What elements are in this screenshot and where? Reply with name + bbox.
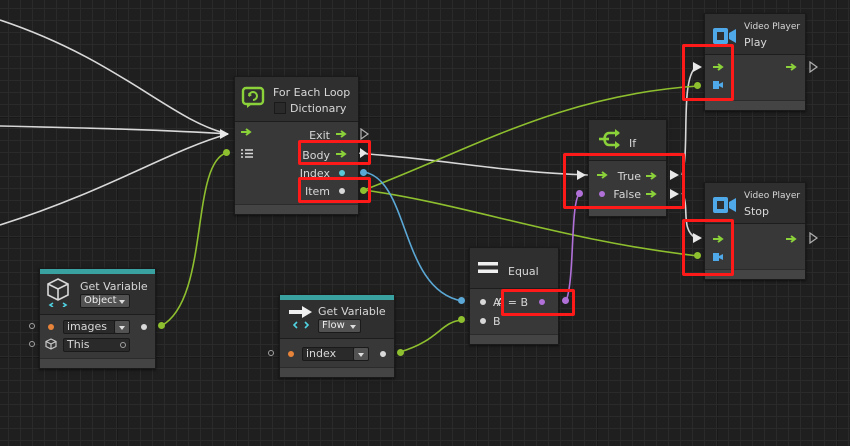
value-output-port[interactable]: [158, 322, 165, 329]
flow-out-arrow-icon: [786, 235, 797, 243]
chevron-down-icon: [358, 353, 364, 357]
node-subtitle: Video Player: [744, 191, 801, 201]
index-to-equal-a-wire: [363, 171, 463, 302]
a-port-dot: [480, 299, 486, 305]
target-value: This: [67, 338, 90, 351]
variable-name-value: index: [306, 347, 337, 360]
node-footer: [280, 367, 394, 377]
flow-wire-in-2: [0, 125, 229, 135]
object-target-icon: [45, 338, 57, 350]
name-port-dot: [288, 351, 294, 357]
node-header: Get Variable Object: [40, 274, 155, 315]
variable-name-value: images: [67, 320, 107, 333]
stop-flow-output-triangle-icon[interactable]: [809, 232, 819, 244]
node-title: Play: [744, 36, 767, 49]
graph-canvas[interactable]: For Each Loop Dictionary Exit Body Index…: [0, 0, 850, 446]
chevron-down-icon: [119, 300, 125, 304]
node-header: Equal: [470, 248, 558, 289]
node-footer: [40, 358, 155, 368]
index-var-to-equal-b-wire: [399, 319, 463, 353]
target-input-port[interactable]: [29, 341, 35, 347]
exit-arrow-icon[interactable]: [336, 130, 348, 138]
a-input-port[interactable]: [458, 297, 465, 304]
highlight-stop-inputs: [682, 219, 734, 276]
body-to-if-wire: [355, 152, 589, 176]
flow-variable-arrow-icon: [289, 306, 312, 329]
b-port-label: B: [493, 315, 501, 328]
loop-icon: [241, 86, 265, 108]
cube-variable-icon: [47, 278, 69, 307]
node-title: For Each Loop: [273, 86, 351, 99]
value-output-dot: [380, 351, 386, 357]
variable-kind-dropdown[interactable]: Object: [80, 294, 130, 308]
node-footer: [705, 100, 805, 110]
flow-in-arrow-icon[interactable]: [241, 128, 253, 136]
node-title: Get Variable: [80, 280, 148, 293]
get-variable-object-node[interactable]: Get Variable Object images This: [39, 268, 156, 369]
node-header: Get Variable Flow: [280, 300, 394, 339]
value-output-port[interactable]: [397, 349, 404, 356]
collection-list-icon[interactable]: [241, 149, 253, 158]
exit-outer-triangle-icon[interactable]: [360, 128, 370, 140]
node-title: Stop: [744, 205, 770, 218]
play-flow-output-triangle-icon[interactable]: [809, 61, 819, 73]
node-footer: [470, 334, 558, 344]
index-port[interactable]: [339, 170, 345, 176]
highlight-play-inputs: [682, 44, 734, 101]
node-subtitle: Video Player: [744, 22, 801, 32]
chevron-down-icon: [119, 326, 125, 330]
flow-wire-in-1: [0, 19, 229, 135]
equal-to-if-wire: [565, 192, 581, 302]
dictionary-label: Dictionary: [290, 102, 347, 115]
variable-name-dropdown[interactable]: [114, 320, 130, 334]
node-title: If: [629, 137, 637, 150]
b-input-port[interactable]: [458, 316, 465, 323]
collection-input-port[interactable]: [223, 149, 230, 156]
chevron-down-icon: [350, 325, 356, 329]
target-picker-icon[interactable]: [120, 342, 126, 348]
video-camera-icon: [713, 197, 736, 213]
value-output-dot: [141, 324, 147, 330]
equals-icon: [478, 262, 498, 273]
node-title: Equal: [508, 265, 539, 278]
dictionary-checkbox[interactable]: [274, 102, 286, 114]
variable-kind-value: Object: [84, 295, 117, 306]
flow-out-arrow-icon: [786, 63, 797, 71]
highlight-if-outputs: [563, 153, 685, 209]
video-camera-icon: [713, 28, 736, 44]
node-header: For Each Loop Dictionary: [235, 77, 358, 122]
variable-kind-value: Flow: [322, 320, 345, 331]
highlight-body-port: [298, 140, 371, 165]
name-input-port[interactable]: [29, 323, 35, 329]
node-footer: [235, 204, 358, 214]
flow-wire-in-3: [0, 133, 229, 226]
node-title: Get Variable: [318, 305, 386, 318]
b-port-dot: [480, 318, 486, 324]
name-input-port[interactable]: [268, 350, 274, 356]
images-to-collection-wire: [160, 152, 227, 327]
highlight-item-port: [298, 177, 371, 203]
get-variable-flow-node[interactable]: Get Variable Flow index: [279, 294, 395, 378]
variable-name-dropdown[interactable]: [353, 347, 369, 361]
branch-icon: [599, 129, 620, 149]
index-output-port[interactable]: [360, 169, 367, 176]
highlight-equal-result: [501, 289, 575, 316]
name-port-dot: [48, 324, 54, 330]
node-header: Video Player Stop: [705, 183, 805, 224]
flow-input-triangle-icon[interactable]: [219, 128, 231, 140]
variable-kind-dropdown[interactable]: Flow: [318, 319, 361, 333]
